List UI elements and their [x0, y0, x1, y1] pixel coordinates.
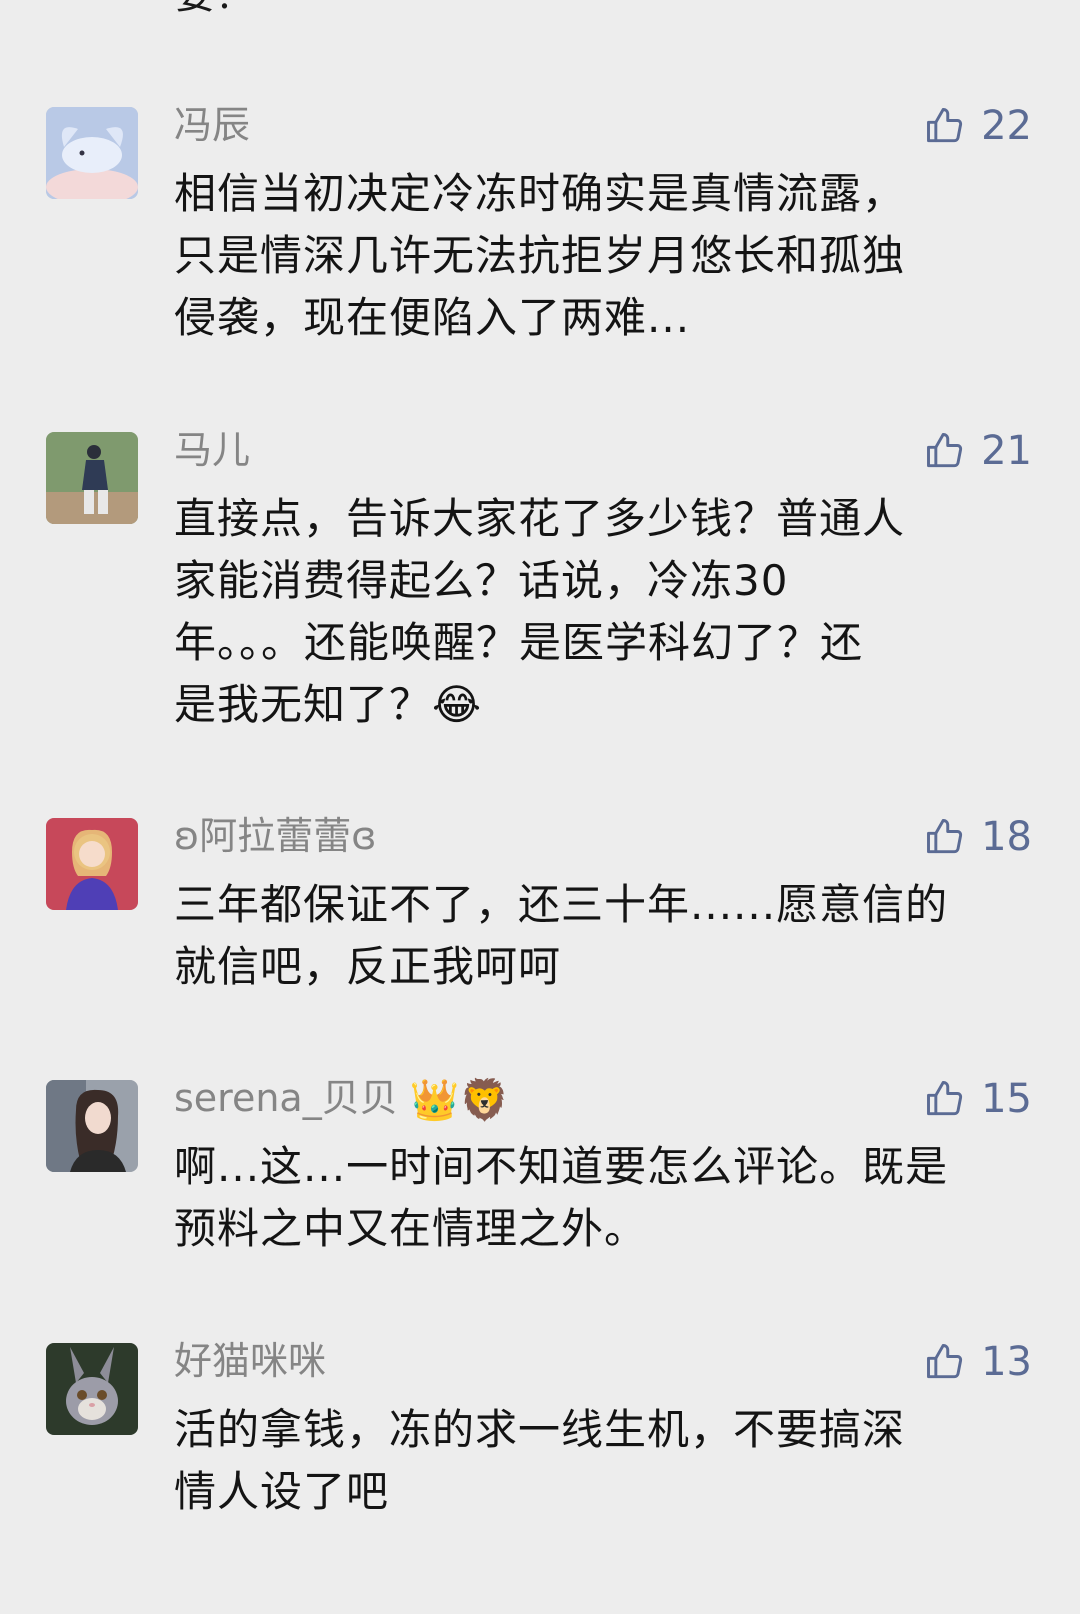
like-count: 18 — [981, 814, 1032, 860]
comment-line: 侵袭，现在便陷入了两难... — [174, 293, 691, 342]
thumbs-up-icon — [927, 108, 963, 143]
avatar[interactable] — [46, 432, 138, 524]
like-button[interactable]: 21 — [923, 426, 1032, 476]
comment-text: 活的拿钱，冻的求一线生机，不要搞深 情人设了吧 — [174, 1399, 1034, 1523]
comment-line: 情人设了吧 — [174, 1467, 390, 1516]
username[interactable]: 好猫咪咪 — [174, 1339, 326, 1383]
comment-line: 预料之中又在情理之外。 — [174, 1204, 648, 1253]
thumbs-up-icon — [927, 1081, 963, 1116]
comment-line: 活的拿钱，冻的求一线生机，不要搞深 — [174, 1405, 906, 1454]
username[interactable]: 冯辰 — [174, 103, 250, 147]
comment-line: 年。。。还能唤醒？是医学科幻了？还 — [174, 618, 864, 667]
username[interactable]: serena_贝贝 👑🦁 — [174, 1076, 509, 1123]
comment-line: 就信吧，反正我呵呵 — [174, 942, 562, 991]
like-count: 21 — [981, 428, 1032, 474]
thumbs-up-icon — [927, 1344, 963, 1379]
comment-text: 啊...这...一时间不知道要怎么评论。既是 预料之中又在情理之外。 — [174, 1136, 1034, 1260]
avatar[interactable] — [46, 107, 138, 199]
comment-text: 三年都保证不了，还三十年......愿意信的 就信吧，反正我呵呵 — [174, 874, 1034, 998]
crown-lion-emoji-icon: 👑🦁 — [409, 1077, 510, 1124]
comment-line: 是我无知了？😂 — [174, 680, 483, 729]
comment-line: 相信当初决定冷冻时确实是真情流露， — [174, 169, 906, 218]
avatar[interactable] — [46, 818, 138, 910]
thumbs-up-icon — [927, 819, 963, 854]
thumbs-up-icon — [927, 433, 963, 468]
comment-text: 相信当初决定冷冻时确实是真情流露， 只是情深几许无法抗拒岁月悠长和孤独 侵袭，现… — [174, 163, 1034, 349]
username-text: serena_贝贝 — [174, 1076, 398, 1120]
comment-text: 直接点，告诉大家花了多少钱？普通人 家能消费得起么？话说，冷冻30 年。。。还能… — [174, 488, 1034, 736]
previous-comment-fragment: 要？ — [175, 0, 255, 20]
avatar[interactable] — [46, 1343, 138, 1435]
comment-line: 只是情深几许无法抗拒岁月悠长和孤独 — [174, 231, 906, 280]
like-button[interactable]: 15 — [923, 1074, 1032, 1124]
like-count: 22 — [981, 103, 1032, 149]
like-count: 13 — [981, 1339, 1032, 1385]
avatar[interactable] — [46, 1080, 138, 1172]
username[interactable]: 马儿 — [174, 428, 250, 472]
like-button[interactable]: 18 — [923, 812, 1032, 862]
comment-line: 直接点，告诉大家花了多少钱？普通人 — [174, 494, 906, 543]
comment-line: 啊...这...一时间不知道要怎么评论。既是 — [174, 1142, 949, 1191]
comment-line: 家能消费得起么？话说，冷冻30 — [174, 556, 789, 605]
comment-line: 三年都保证不了，还三十年......愿意信的 — [174, 880, 949, 929]
like-count: 15 — [981, 1076, 1032, 1122]
username[interactable]: ʚ阿拉蕾蕾ɞ — [174, 814, 376, 858]
like-button[interactable]: 22 — [923, 101, 1032, 151]
like-button[interactable]: 13 — [923, 1337, 1032, 1387]
